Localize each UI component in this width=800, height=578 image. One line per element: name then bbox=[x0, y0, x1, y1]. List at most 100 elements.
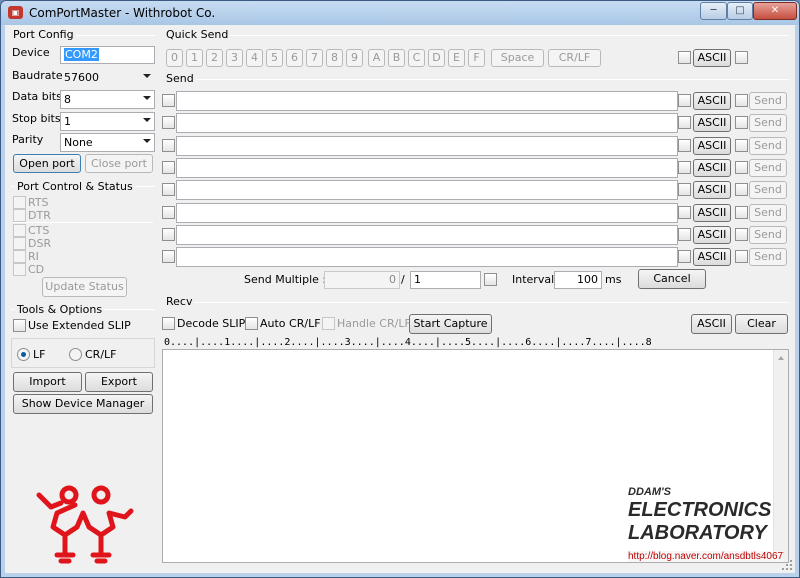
dtr-checkbox[interactable] bbox=[13, 209, 26, 222]
quick-mode-checkbox[interactable] bbox=[735, 51, 748, 64]
send-text-field[interactable] bbox=[176, 247, 678, 268]
quick-key-9[interactable]: 9 bbox=[346, 49, 363, 67]
quick-key-c[interactable]: C bbox=[408, 49, 425, 67]
quick-key-f[interactable]: F bbox=[468, 49, 485, 67]
quick-key-a[interactable]: A bbox=[368, 49, 385, 67]
send-text-field[interactable] bbox=[176, 91, 678, 111]
send-row-ascii-button[interactable]: ASCII bbox=[693, 136, 731, 155]
parity-select[interactable]: None bbox=[60, 133, 155, 152]
start-capture-button[interactable]: Start Capture bbox=[409, 314, 492, 334]
auto-crlf-checkbox[interactable] bbox=[245, 317, 258, 330]
send-row-ascii-checkbox[interactable] bbox=[678, 183, 691, 197]
send-row-ascii-button[interactable]: ASCII bbox=[693, 114, 731, 133]
send-row-ascii-checkbox[interactable] bbox=[678, 116, 691, 130]
quick-key-1[interactable]: 1 bbox=[186, 49, 203, 67]
crlf-radio[interactable] bbox=[69, 348, 82, 361]
quick-key-7[interactable]: 7 bbox=[306, 49, 323, 67]
send-text-field[interactable] bbox=[176, 157, 678, 178]
quick-key-0[interactable]: 0 bbox=[166, 49, 183, 67]
send-row-repeat-checkbox[interactable] bbox=[735, 183, 748, 197]
send-row-send-button[interactable]: Send bbox=[749, 248, 787, 267]
quick-ascii-button[interactable]: ASCII bbox=[693, 49, 731, 67]
export-button[interactable]: Export bbox=[85, 372, 153, 392]
recv-scrollbar[interactable] bbox=[773, 350, 788, 562]
send-text-field[interactable] bbox=[176, 113, 678, 134]
send-text-field[interactable] bbox=[176, 135, 678, 156]
send-row-ascii-checkbox[interactable] bbox=[678, 227, 691, 241]
quick-key-5[interactable]: 5 bbox=[266, 49, 283, 67]
send-row-repeat-checkbox[interactable] bbox=[735, 94, 748, 107]
handle-crlf-checkbox[interactable] bbox=[322, 317, 335, 330]
send-multiple-checkbox[interactable] bbox=[484, 273, 497, 286]
quick-key-b[interactable]: B bbox=[388, 49, 405, 67]
send-row-send-button[interactable]: Send bbox=[749, 203, 787, 222]
quick-space-button[interactable]: Space bbox=[491, 49, 544, 67]
send-row-checkbox[interactable] bbox=[162, 160, 175, 174]
databits-select[interactable]: 8 bbox=[60, 90, 155, 109]
send-row-checkbox[interactable] bbox=[162, 138, 175, 152]
clear-button[interactable]: Clear bbox=[735, 314, 788, 334]
update-status-button[interactable]: Update Status bbox=[42, 277, 127, 297]
send-row-checkbox[interactable] bbox=[162, 250, 175, 264]
show-device-manager-button[interactable]: Show Device Manager bbox=[13, 394, 153, 414]
quick-key-6[interactable]: 6 bbox=[286, 49, 303, 67]
send-row-send-button[interactable]: Send bbox=[749, 225, 787, 244]
scroll-up-icon[interactable] bbox=[778, 356, 784, 360]
send-row-repeat-checkbox[interactable] bbox=[735, 116, 748, 130]
send-row-ascii-button[interactable]: ASCII bbox=[693, 203, 731, 222]
send-row-ascii-checkbox[interactable] bbox=[678, 250, 691, 264]
send-row-repeat-checkbox[interactable] bbox=[735, 160, 748, 174]
send-text-field[interactable] bbox=[176, 224, 678, 245]
quick-key-d[interactable]: D bbox=[428, 49, 445, 67]
rts-checkbox[interactable] bbox=[13, 196, 26, 209]
interval-field[interactable]: 100 bbox=[554, 271, 602, 289]
send-row-send-button[interactable]: Send bbox=[749, 114, 787, 133]
extended-slip-checkbox[interactable] bbox=[13, 319, 26, 332]
quick-key-4[interactable]: 4 bbox=[246, 49, 263, 67]
device-field[interactable]: COM2 bbox=[60, 46, 155, 64]
open-port-button[interactable]: Open port bbox=[13, 154, 81, 173]
send-row-repeat-checkbox[interactable] bbox=[735, 227, 748, 241]
send-row-ascii-checkbox[interactable] bbox=[678, 205, 691, 219]
cancel-button[interactable]: Cancel bbox=[638, 269, 706, 289]
send-row-checkbox[interactable] bbox=[162, 205, 175, 219]
send-row-ascii-checkbox[interactable] bbox=[678, 160, 691, 174]
send-row-ascii-checkbox[interactable] bbox=[678, 94, 691, 107]
quick-crlf-button[interactable]: CR/LF bbox=[548, 49, 601, 67]
send-row-send-button[interactable]: Send bbox=[749, 136, 787, 155]
send-row-send-button[interactable]: Send bbox=[749, 158, 787, 177]
send-multiple-total-field[interactable]: 1 bbox=[410, 271, 481, 289]
minimize-button[interactable]: ─ bbox=[700, 2, 727, 20]
import-button[interactable]: Import bbox=[13, 372, 82, 392]
title-bar[interactable]: ▣ ComPortMaster - Withrobot Co. ─ □ ✕ bbox=[1, 1, 799, 25]
stopbits-select[interactable]: 1 bbox=[60, 112, 155, 131]
send-row-ascii-button[interactable]: ASCII bbox=[693, 248, 731, 267]
send-text-field[interactable] bbox=[176, 180, 678, 201]
send-row-ascii-button[interactable]: ASCII bbox=[693, 158, 731, 177]
send-row-ascii-checkbox[interactable] bbox=[678, 138, 691, 152]
send-row-ascii-button[interactable]: ASCII bbox=[693, 225, 731, 244]
send-row-ascii-button[interactable]: ASCII bbox=[693, 181, 731, 200]
quick-key-3[interactable]: 3 bbox=[226, 49, 243, 67]
close-window-button[interactable]: ✕ bbox=[753, 2, 797, 20]
send-row-ascii-button[interactable]: ASCII bbox=[693, 92, 731, 110]
send-row-checkbox[interactable] bbox=[162, 183, 175, 197]
send-row-repeat-checkbox[interactable] bbox=[735, 205, 748, 219]
lf-radio[interactable] bbox=[17, 348, 30, 361]
send-row-repeat-checkbox[interactable] bbox=[735, 250, 748, 264]
recv-ascii-button[interactable]: ASCII bbox=[691, 314, 732, 334]
quick-key-e[interactable]: E bbox=[448, 49, 465, 67]
send-row-checkbox[interactable] bbox=[162, 94, 175, 107]
baudrate-select[interactable]: 57600 bbox=[60, 68, 155, 87]
resize-grip-icon[interactable] bbox=[781, 559, 793, 571]
send-row-send-button[interactable]: Send bbox=[749, 92, 787, 110]
send-text-field[interactable] bbox=[176, 202, 678, 223]
quick-ascii-checkbox[interactable] bbox=[678, 51, 691, 64]
decode-slip-checkbox[interactable] bbox=[162, 317, 175, 330]
app-icon[interactable]: ▣ bbox=[8, 6, 23, 19]
close-port-button[interactable]: Close port bbox=[85, 154, 153, 173]
send-row-repeat-checkbox[interactable] bbox=[735, 138, 748, 152]
quick-key-8[interactable]: 8 bbox=[326, 49, 343, 67]
send-row-checkbox[interactable] bbox=[162, 227, 175, 241]
maximize-button[interactable]: □ bbox=[727, 2, 753, 20]
